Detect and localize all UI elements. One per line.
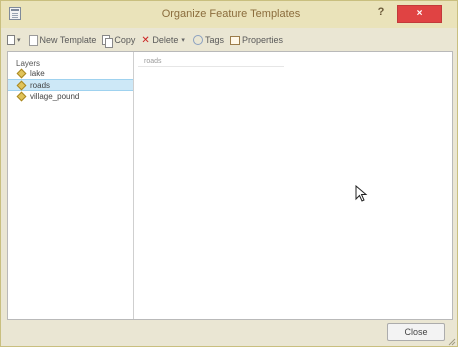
mouse-cursor-icon xyxy=(355,185,368,202)
copy-icon xyxy=(102,34,114,48)
layer-item-roads[interactable]: roads xyxy=(8,79,133,91)
chevron-down-icon: ▾ xyxy=(181,37,185,44)
templates-area[interactable]: roads xyxy=(136,52,452,319)
template-group-label: roads xyxy=(144,58,162,65)
properties-icon xyxy=(229,35,240,45)
diamond-layer-icon xyxy=(16,68,27,79)
layer-label: roads xyxy=(30,81,51,90)
content-panel: Layers lake roads village_pound roads xyxy=(7,51,453,320)
new-template-dropdown[interactable]: ▾ xyxy=(7,35,23,45)
layer-item-lake[interactable]: lake xyxy=(8,68,133,79)
layer-label: lake xyxy=(30,69,45,78)
template-group-header[interactable]: roads xyxy=(138,57,284,67)
tag-icon xyxy=(192,35,203,45)
tags-button[interactable]: Tags xyxy=(192,35,224,45)
chevron-down-icon: ▾ xyxy=(17,37,21,44)
properties-label: Properties xyxy=(241,35,283,45)
copy-button[interactable]: Copy xyxy=(102,34,136,48)
help-button[interactable]: ? xyxy=(373,6,389,22)
tags-label: Tags xyxy=(204,35,224,45)
delete-label: Delete xyxy=(152,35,179,45)
window-icon xyxy=(9,7,21,20)
title-bar: Organize Feature Templates ? × xyxy=(1,1,457,28)
copy-label: Copy xyxy=(114,35,136,45)
diamond-layer-icon xyxy=(16,80,27,91)
new-document-icon xyxy=(28,34,38,46)
delete-icon: ✕ xyxy=(141,34,150,46)
close-button[interactable]: Close xyxy=(387,323,445,341)
new-template-button[interactable]: New Template xyxy=(28,34,97,46)
toolbar: ▾ New Template Copy ✕ Delete ▾ Tags Prop… xyxy=(7,31,453,49)
new-template-label: New Template xyxy=(39,35,97,45)
window-title: Organize Feature Templates xyxy=(161,8,301,20)
close-window-button[interactable]: × xyxy=(397,5,442,23)
template-icon xyxy=(7,35,15,45)
layers-list[interactable]: Layers lake roads village_pound xyxy=(8,52,134,319)
organize-feature-templates-window: Organize Feature Templates ? × ▾ New Tem… xyxy=(0,0,458,347)
layer-label: village_pound xyxy=(30,92,80,101)
layer-item-village-pound[interactable]: village_pound xyxy=(8,91,133,102)
properties-button[interactable]: Properties xyxy=(229,35,283,45)
resize-grip-icon[interactable] xyxy=(447,337,456,346)
diamond-layer-icon xyxy=(16,91,27,102)
layers-header: Layers xyxy=(16,59,41,68)
delete-button[interactable]: ✕ Delete ▾ xyxy=(141,35,187,46)
